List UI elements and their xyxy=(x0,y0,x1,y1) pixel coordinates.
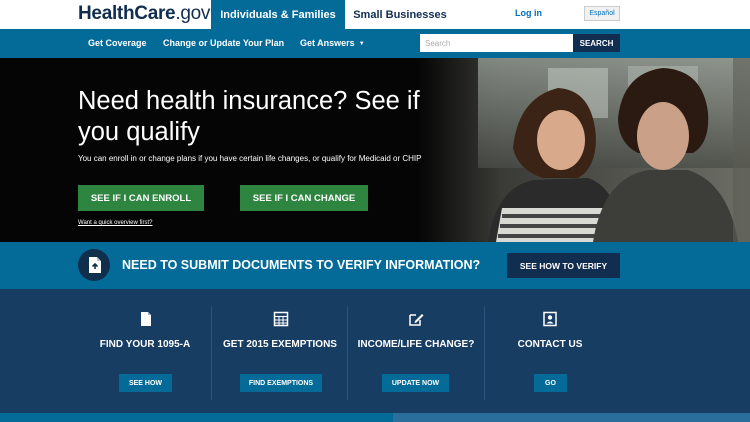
hero-title: Need health insurance? See if you qualif… xyxy=(78,87,420,146)
contact-card-icon xyxy=(541,310,559,328)
hero-couple-photo xyxy=(418,58,750,242)
see-if-i-can-enroll-button[interactable]: SEE IF I CAN ENROLL xyxy=(78,185,204,211)
calculator-icon xyxy=(272,310,290,328)
feature-title-contact-us: CONTACT US xyxy=(517,339,583,350)
nav-get-coverage-label: Get Coverage xyxy=(88,38,147,48)
see-if-i-can-change-button[interactable]: SEE IF I CAN CHANGE xyxy=(240,185,368,211)
tab-individuals-families[interactable]: Individuals & Families xyxy=(211,0,345,29)
bottom-strip xyxy=(393,413,750,422)
healthcare-gov-logo[interactable]: HealthCare.gov xyxy=(78,3,210,25)
hero-subtitle: You can enroll in or change plans if you… xyxy=(78,154,422,163)
tab-small-businesses[interactable]: Small Businesses xyxy=(345,0,455,29)
feature-divider xyxy=(347,306,348,400)
nav-get-coverage[interactable]: Get Coverage xyxy=(88,38,147,48)
search-input[interactable] xyxy=(420,34,573,52)
nav-get-answers-label: Get Answers xyxy=(300,38,355,48)
go-button[interactable]: GO xyxy=(534,374,567,392)
main-nav: Get Coverage Change or Update Your Plan … xyxy=(0,29,750,58)
logo-tld-text: gov xyxy=(180,3,211,24)
see-how-to-verify-button[interactable]: SEE HOW TO VERIFY xyxy=(507,253,620,278)
document-icon xyxy=(137,310,155,328)
find-exemptions-button[interactable]: FIND EXEMPTIONS xyxy=(240,374,322,392)
chevron-down-icon: ▼ xyxy=(358,40,365,47)
language-button[interactable]: Español xyxy=(584,6,620,21)
hero-banner: Need health insurance? See if you qualif… xyxy=(0,58,750,242)
verify-banner-text: NEED TO SUBMIT DOCUMENTS TO VERIFY INFOR… xyxy=(122,258,481,272)
see-how-button[interactable]: SEE HOW xyxy=(119,374,172,392)
site-header: HealthCare.gov Individuals & Families Sm… xyxy=(0,0,750,29)
feature-divider xyxy=(484,306,485,400)
feature-title-income-change: INCOME/LIFE CHANGE? xyxy=(357,339,475,350)
logo-main-text: HealthCare xyxy=(78,3,176,24)
quick-overview-link[interactable]: Want a quick overview first? xyxy=(78,220,152,226)
bottom-strip xyxy=(0,413,393,422)
upload-document-icon xyxy=(78,249,110,281)
nav-change-update-plan-label: Change or Update Your Plan xyxy=(163,38,285,48)
features-section xyxy=(0,289,750,422)
feature-divider xyxy=(211,306,212,400)
feature-title-exemptions: GET 2015 EXEMPTIONS xyxy=(223,339,337,350)
search-button[interactable]: SEARCH xyxy=(573,34,620,52)
nav-change-update-plan[interactable]: Change or Update Your Plan xyxy=(163,38,284,48)
update-now-button[interactable]: UPDATE NOW xyxy=(382,374,449,392)
login-link[interactable]: Log in xyxy=(515,8,542,18)
nav-get-answers[interactable]: Get Answers ▼ xyxy=(300,38,365,48)
edit-icon xyxy=(407,310,425,328)
feature-title-1095a: FIND YOUR 1095-A xyxy=(99,339,191,350)
